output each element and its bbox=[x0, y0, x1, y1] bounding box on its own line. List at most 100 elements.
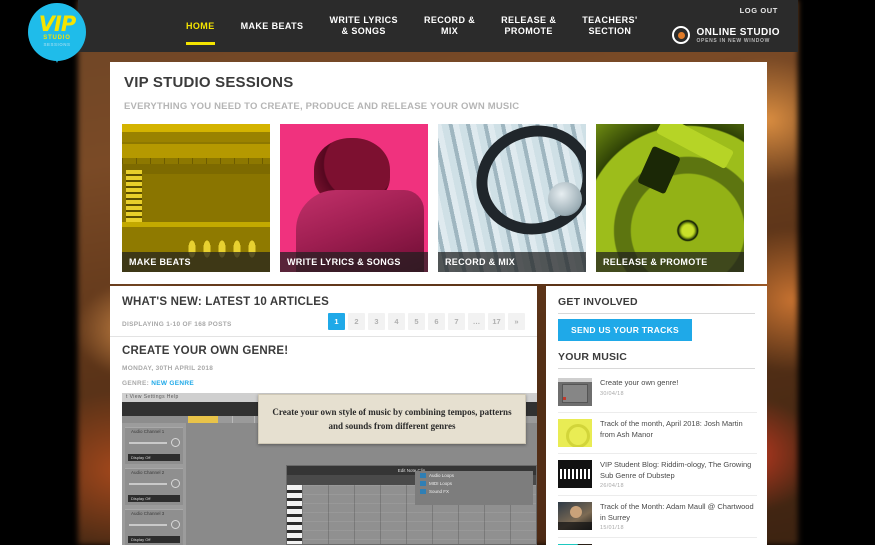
feature-tiles: MAKE BEATS WRITE LYRICS & SONGS RECORD &… bbox=[122, 124, 744, 272]
online-studio-subtitle: OPENS IN NEW WINDOW bbox=[696, 37, 771, 44]
music-thumbnail-icon bbox=[558, 378, 592, 406]
pagination: 1 2 3 4 5 6 7 … 17 » bbox=[328, 313, 525, 330]
daw-browser-midi-loops: MIDI Loops bbox=[415, 479, 533, 487]
nav-item-make-beats[interactable]: MAKE BEATS bbox=[228, 21, 317, 32]
tile-art-singer-icon bbox=[280, 124, 428, 272]
page-button-4[interactable]: 4 bbox=[388, 313, 405, 330]
music-item-title: Create your own genre! bbox=[600, 378, 679, 387]
daw-channel-2-fader bbox=[129, 483, 167, 485]
logo-subtext-studio: STUDIO bbox=[43, 35, 71, 41]
tile-art-daw-icon bbox=[122, 124, 270, 272]
list-item[interactable]: Create your own genre! 30/04/18 bbox=[558, 372, 757, 413]
vip-studio-sessions-logo[interactable]: VIP STUDIO SESSIONS bbox=[28, 3, 86, 63]
list-item[interactable]: Track of the month, April 2018: Josh Mar… bbox=[558, 413, 757, 454]
page-title: VIP STUDIO SESSIONS bbox=[124, 74, 294, 91]
nav-label-record-mix: RECORD & MIX bbox=[423, 15, 476, 36]
your-music-list: Create your own genre! 30/04/18 Track of… bbox=[558, 372, 757, 545]
music-thumbnail-icon bbox=[558, 502, 592, 530]
nav-item-write-lyrics-songs[interactable]: WRITE LYRICS & SONGS bbox=[316, 15, 410, 37]
daw-channel-3: Audio Channel 3 Display Off bbox=[125, 509, 183, 545]
daw-browser-sound-fx: Sound FX bbox=[415, 487, 533, 495]
nav-item-home[interactable]: HOME bbox=[173, 20, 228, 45]
sidebar-panel: GET INVOLVED SEND US YOUR TRACKS YOUR MU… bbox=[546, 286, 767, 545]
nav-label-release-promote: RELEASE & PROMOTE bbox=[501, 15, 557, 36]
article-genre-value[interactable]: NEW GENRE bbox=[151, 380, 194, 387]
list-item[interactable]: Track of the Month: Adam Maull @ Chartwo… bbox=[558, 496, 757, 538]
daw-channel-2: Audio Channel 2 Display Off bbox=[125, 468, 183, 505]
daw-channel-3-display-button: Display Off bbox=[128, 536, 180, 543]
section-divider bbox=[110, 336, 537, 337]
main-menu: HOME MAKE BEATS WRITE LYRICS & SONGS RECO… bbox=[173, 0, 651, 52]
article-genre: GENRE: NEW GENRE bbox=[122, 380, 194, 387]
page-next-button[interactable]: » bbox=[508, 313, 525, 330]
page-button-3[interactable]: 3 bbox=[368, 313, 385, 330]
get-involved-divider bbox=[558, 313, 755, 314]
daw-channel-strip: Audio Channel 1 Display Off Audio Channe… bbox=[122, 423, 186, 545]
send-us-your-tracks-button[interactable]: SEND US YOUR TRACKS bbox=[558, 319, 693, 341]
your-music-heading: YOUR MUSIC bbox=[558, 351, 628, 363]
daw-channel-1-label: Audio Channel 1 bbox=[131, 429, 165, 434]
page-ellipsis: … bbox=[468, 313, 485, 330]
tile-label-make-beats: MAKE BEATS bbox=[122, 252, 270, 272]
tile-make-beats[interactable]: MAKE BEATS bbox=[122, 124, 270, 272]
page-button-17[interactable]: 17 bbox=[488, 313, 505, 330]
online-studio-icon bbox=[672, 26, 691, 44]
music-thumbnail-icon bbox=[558, 460, 592, 488]
logout-link[interactable]: LOG OUT bbox=[740, 6, 778, 15]
daw-piano-keys bbox=[287, 485, 302, 544]
tile-write-lyrics-songs[interactable]: WRITE LYRICS & SONGS bbox=[280, 124, 428, 272]
music-item-date: 30/04/18 bbox=[600, 390, 624, 397]
music-item-title: Track of the Month: Adam Maull @ Chartwo… bbox=[600, 502, 754, 522]
music-item-title: Track of the month, April 2018: Josh Mar… bbox=[600, 419, 743, 439]
article-date: MONDAY, 30TH APRIL 2018 bbox=[122, 365, 214, 372]
get-involved-heading: GET INVOLVED bbox=[558, 296, 638, 308]
browser-screenshot: LOG OUT HOME MAKE BEATS WRITE LYRICS & SO… bbox=[0, 0, 875, 545]
logo-subtext-sessions: SESSIONS bbox=[43, 42, 71, 47]
page-button-6[interactable]: 6 bbox=[428, 313, 445, 330]
top-navigation-bar: LOG OUT HOME MAKE BEATS WRITE LYRICS & SO… bbox=[78, 0, 798, 52]
music-thumbnail-icon bbox=[558, 419, 592, 447]
daw-channel-3-fader bbox=[129, 524, 167, 526]
nav-label-write-lyrics-songs: WRITE LYRICS & SONGS bbox=[329, 15, 398, 36]
article-image-caption: Create your own style of music by combin… bbox=[258, 394, 526, 444]
tile-art-turntable-icon bbox=[596, 124, 744, 272]
tile-label-release-promote: RELEASE & PROMOTE bbox=[596, 252, 744, 272]
tile-label-write-lyrics-songs: WRITE LYRICS & SONGS bbox=[280, 252, 428, 272]
daw-channel-2-knob bbox=[171, 479, 180, 488]
article-title[interactable]: CREATE YOUR OWN GENRE! bbox=[122, 345, 288, 357]
tile-release-promote[interactable]: RELEASE & PROMOTE bbox=[596, 124, 744, 272]
music-item-date: 15/01/18 bbox=[600, 525, 624, 531]
daw-channel-3-label: Audio Channel 3 bbox=[131, 511, 165, 516]
daw-channel-2-display-button: Display Off bbox=[128, 495, 180, 502]
daw-channel-3-knob bbox=[171, 520, 180, 529]
page-button-5[interactable]: 5 bbox=[408, 313, 425, 330]
nav-label-make-beats: MAKE BEATS bbox=[240, 20, 304, 31]
daw-channel-1-knob bbox=[171, 438, 180, 447]
nav-item-teachers-section[interactable]: TEACHERS' SECTION bbox=[569, 15, 650, 37]
daw-channel-2-label: Audio Channel 2 bbox=[131, 470, 165, 475]
list-item[interactable]: VIP Student Blog: Riddim-ology, The Grow… bbox=[558, 454, 757, 496]
daw-browser-audio-loops: Audio Loops bbox=[415, 471, 533, 479]
tile-record-mix[interactable]: RECORD & MIX bbox=[438, 124, 586, 272]
daw-loop-browser: Audio Loops MIDI Loops Sound FX bbox=[415, 471, 533, 505]
page-button-1[interactable]: 1 bbox=[328, 313, 345, 330]
music-item-title: VIP Student Blog: Riddim-ology, The Grow… bbox=[600, 460, 752, 480]
results-count: DISPLAYING 1-10 OF 168 POSTS bbox=[122, 321, 232, 328]
nav-item-record-mix[interactable]: RECORD & MIX bbox=[411, 15, 488, 37]
online-studio-title: ONLINE STUDIO bbox=[696, 26, 780, 38]
page-button-7[interactable]: 7 bbox=[448, 313, 465, 330]
logo-wordmark: VIP bbox=[38, 12, 76, 36]
music-item-date: 26/04/18 bbox=[600, 483, 624, 489]
your-music-divider bbox=[558, 368, 755, 369]
nav-item-release-promote[interactable]: RELEASE & PROMOTE bbox=[488, 15, 569, 37]
daw-channel-1-fader bbox=[129, 442, 167, 444]
articles-panel: WHAT'S NEW: LATEST 10 ARTICLES DISPLAYIN… bbox=[110, 286, 537, 545]
online-studio-link[interactable]: ONLINE STUDIO OPENS IN NEW WINDOW bbox=[672, 26, 780, 44]
daw-channel-1: Audio Channel 1 Display Off bbox=[125, 427, 183, 464]
list-item[interactable]: Grime Competition winners! To hear the w… bbox=[558, 538, 757, 545]
article-image[interactable]: t View Settings Help Audio Channel 1 Dis… bbox=[122, 393, 537, 545]
page-button-2[interactable]: 2 bbox=[348, 313, 365, 330]
nav-label-home: HOME bbox=[186, 20, 215, 31]
daw-channel-1-display-button: Display Off bbox=[128, 454, 180, 461]
whats-new-heading: WHAT'S NEW: LATEST 10 ARTICLES bbox=[122, 296, 330, 308]
